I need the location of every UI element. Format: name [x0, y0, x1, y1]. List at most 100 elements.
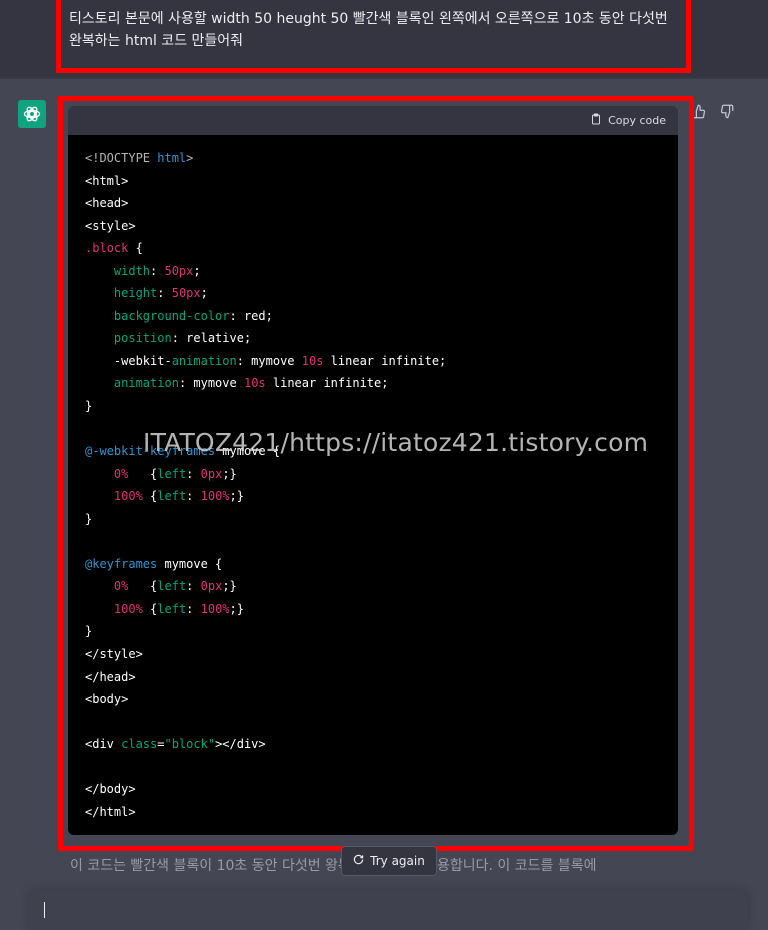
user-message-row: 티스토리 본문에 사용할 width 50 heught 50 빨간색 블록인 … — [0, 0, 768, 79]
code-line: .block { — [85, 237, 446, 260]
code-token: left — [157, 466, 187, 481]
code-line: <html> — [85, 170, 446, 193]
code-line: background-color: red; — [85, 305, 446, 328]
highlight-box-code: Copy code <!DOCTYPE html> <html> <head> <st… — [58, 96, 694, 851]
code-token: { — [128, 466, 158, 481]
code-token: } — [85, 399, 93, 414]
code-token: <style> — [85, 218, 136, 233]
code-token: <!DOCTYPE — [85, 151, 158, 165]
code-line: @keyframes mymove { — [85, 553, 446, 576]
code-line: 100% {left: 100%;} — [85, 598, 446, 621]
code-line: } — [85, 620, 446, 643]
code-token: ; — [193, 263, 201, 278]
code-token: mymove { — [157, 556, 223, 571]
code-token: @keyframes — [85, 556, 158, 571]
try-again-label: Try again — [370, 854, 425, 868]
code-line: </body> — [85, 778, 446, 801]
code-token: : — [186, 601, 201, 616]
code-token: { — [142, 489, 158, 504]
code-token: ;} — [222, 579, 237, 594]
code-token: : mymove — [236, 353, 302, 368]
code-line: <body> — [85, 688, 446, 711]
code-line: } — [85, 395, 446, 418]
code-token: : mymove — [178, 376, 244, 391]
code-token: left — [157, 489, 187, 504]
code-token: ></div> — [215, 737, 266, 752]
code-line: <head> — [85, 192, 446, 215]
code-token: -webkit- — [85, 353, 172, 368]
code-token: { — [142, 601, 158, 616]
code-token: { — [128, 241, 143, 256]
highlight-box-question: 티스토리 본문에 사용할 width 50 heught 50 빨간색 블록인 … — [56, 0, 691, 73]
code-line: <style> — [85, 215, 446, 238]
code-token: ;} — [229, 601, 244, 616]
code-token: animation — [113, 376, 179, 391]
code-token: .block — [85, 241, 129, 256]
try-again-button[interactable]: Try again — [341, 846, 437, 876]
code-token: 0% — [113, 579, 129, 594]
code-token: "block" — [164, 737, 216, 752]
code-token: class — [121, 737, 158, 752]
code-line: 0% {left: 0px;} — [85, 575, 446, 598]
copy-code-button[interactable]: Copy code — [590, 106, 666, 135]
thumbs-down-icon[interactable] — [718, 102, 734, 120]
code-token: height — [113, 286, 158, 301]
code-line: width: 50px; — [85, 260, 446, 283]
message-input[interactable] — [30, 890, 748, 930]
code-line: } — [85, 508, 446, 531]
code-token: } — [85, 624, 93, 639]
code-content: <!DOCTYPE html> <html> <head> <style> .block… — [85, 147, 446, 823]
code-token: ; — [200, 286, 208, 301]
code-token: : — [157, 286, 172, 301]
clipboard-icon — [590, 112, 602, 129]
code-token: 100% — [113, 489, 143, 504]
code-token: <body> — [85, 692, 129, 707]
code-line: </head> — [85, 666, 446, 689]
openai-logo-icon — [18, 100, 46, 128]
code-token: : relative; — [171, 331, 252, 346]
code-token: linear infinite; — [265, 376, 389, 391]
code-token: <div — [85, 737, 122, 752]
code-token: 10s — [243, 376, 266, 391]
code-token: position — [113, 331, 172, 346]
text-caret — [44, 902, 45, 918]
code-line: animation: mymove 10s linear infinite; — [85, 372, 446, 395]
code-token: : — [186, 579, 201, 594]
code-token: 50px — [171, 286, 201, 301]
copy-code-label: Copy code — [608, 114, 666, 127]
code-token: left — [157, 579, 187, 594]
code-token: left — [157, 601, 187, 616]
code-token: ;} — [229, 489, 244, 504]
code-token: background-color — [113, 308, 230, 323]
code-block: <!DOCTYPE html> <html> <head> <style> .block… — [68, 135, 678, 835]
code-token: 100% — [200, 601, 230, 616]
code-token: mymove { — [215, 444, 281, 459]
code-token: </style> — [85, 647, 143, 662]
refresh-icon — [353, 854, 364, 868]
code-line: 0% {left: 0px;} — [85, 463, 446, 486]
code-token: : — [186, 489, 201, 504]
code-token: </head> — [85, 669, 136, 684]
code-token: 100% — [200, 489, 230, 504]
code-line: <div class="block"></div> — [85, 733, 446, 756]
code-token: width — [113, 263, 151, 278]
code-token: : — [186, 466, 201, 481]
code-token: { — [128, 579, 158, 594]
code-line: </style> — [85, 643, 446, 666]
code-token: html — [157, 151, 187, 165]
user-message-text: 티스토리 본문에 사용할 width 50 heught 50 빨간색 블록인 … — [69, 11, 668, 49]
code-token: ;} — [222, 466, 237, 481]
code-token: 0px — [200, 466, 223, 481]
code-line: @-webkit-keyframes mymove { — [85, 440, 446, 463]
